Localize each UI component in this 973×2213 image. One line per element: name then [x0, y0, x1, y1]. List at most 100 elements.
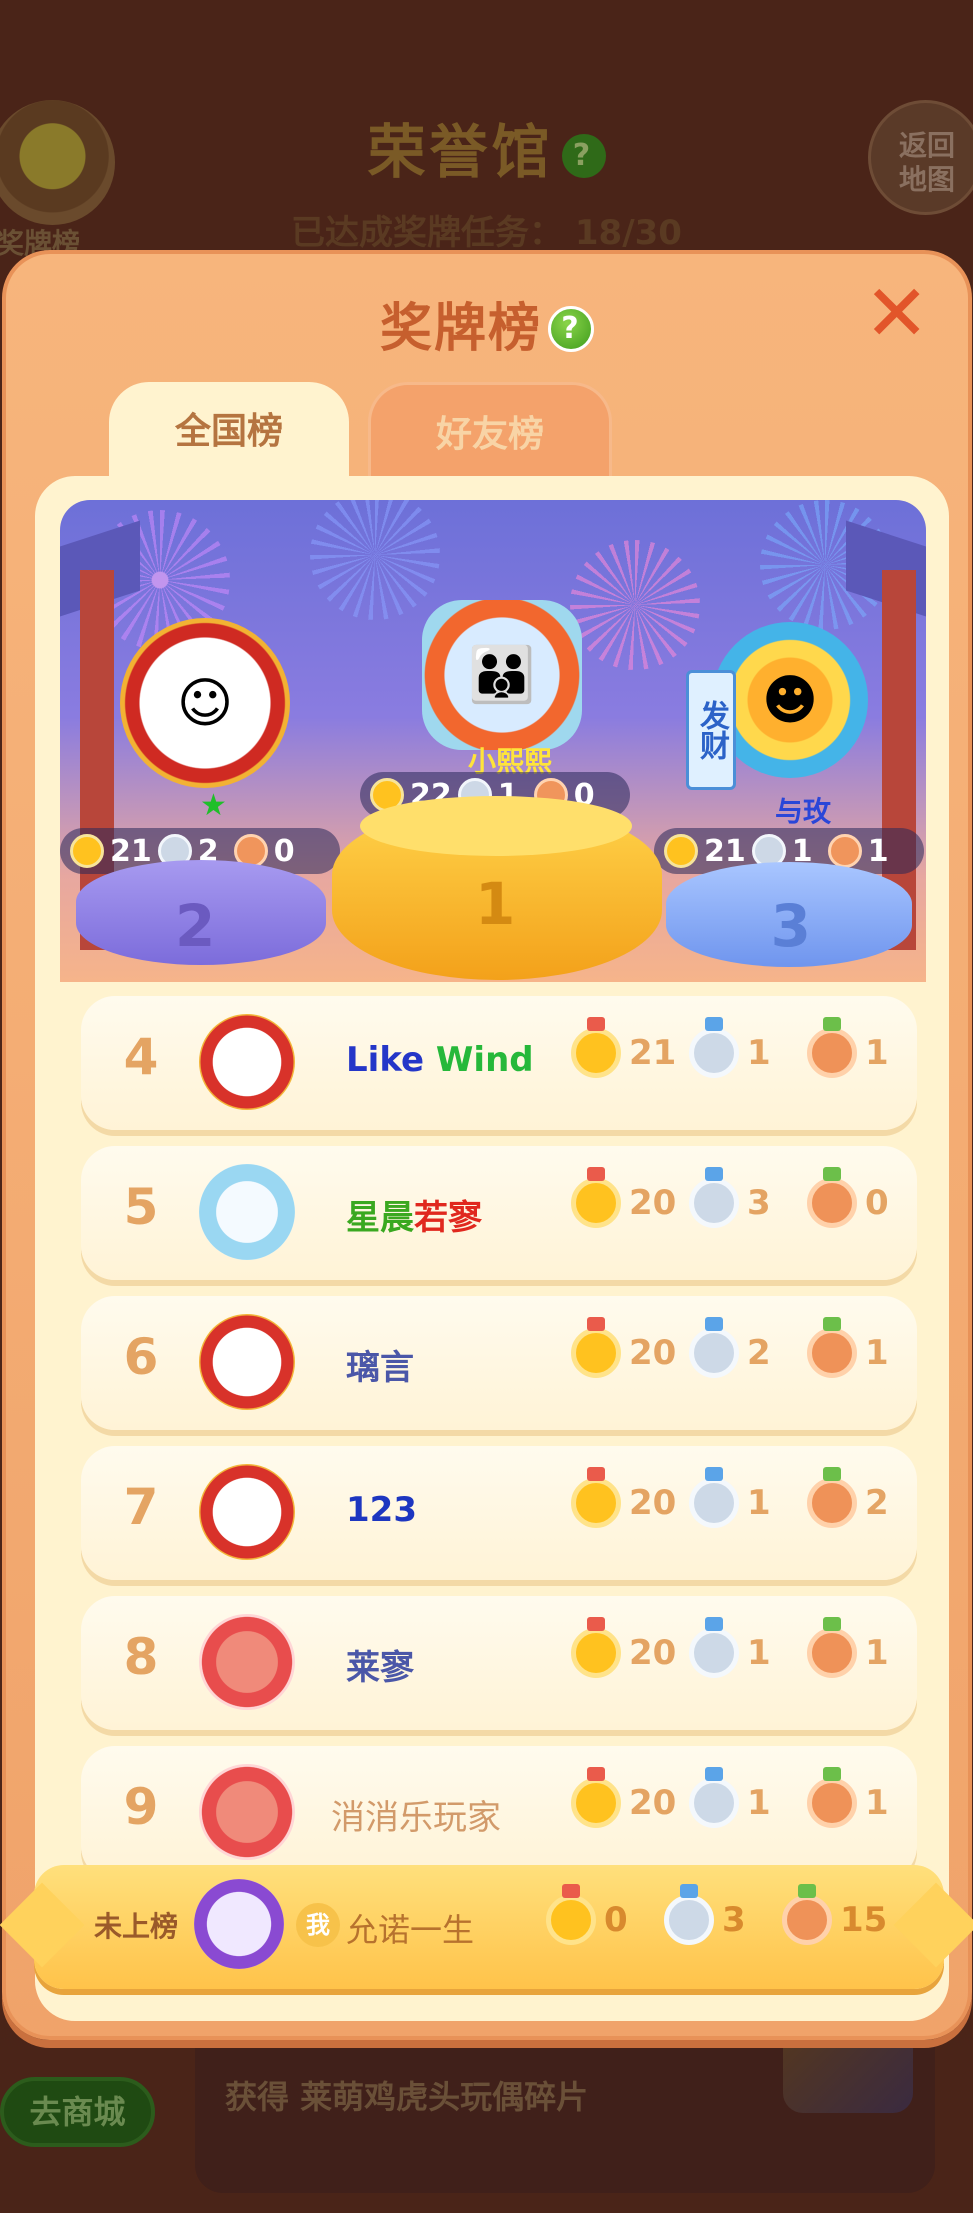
player-avatar[interactable] [199, 1314, 295, 1410]
leaderboard-row[interactable]: 4 Like Wind 21 1 1 [81, 996, 917, 1130]
silver-count: 1 [747, 1033, 771, 1073]
bronze-count: 1 [867, 833, 889, 869]
silver-count: 1 [747, 1633, 771, 1673]
my-rank-bar[interactable]: 未上榜 我 允诺一生 0 3 15 [0, 1865, 973, 1989]
bronze-medal-icon [807, 1617, 857, 1678]
gold-medal-icon [571, 1617, 621, 1678]
go-shop-button[interactable]: 去商城 [0, 2077, 155, 2147]
leaderboard-row[interactable]: 9 消消乐玩家 20 1 1 [81, 1746, 917, 1880]
bronze-medal-icon [807, 1167, 857, 1228]
gold-count: 21 [704, 833, 746, 869]
fortune-tag: 发财 [686, 670, 736, 790]
me-tag: 我 [296, 1903, 340, 1947]
gold-medal-icon [571, 1167, 621, 1228]
family-photo-icon: 👪 [468, 643, 536, 706]
silver-medal-icon [689, 1017, 739, 1078]
tab-national[interactable]: 全国榜 [109, 382, 349, 484]
row-medals: 21 1 1 [571, 1017, 917, 1078]
second-place-avatar[interactable]: ☺ [120, 618, 290, 788]
row-medals: 20 1 1 [571, 1617, 917, 1678]
row-medals: 20 1 1 [571, 1767, 917, 1828]
leaderboard-row[interactable]: 7 123 20 1 2 [81, 1446, 917, 1580]
player-name: 星晨若寥 [346, 1190, 482, 1239]
bronze-medal-icon [807, 1767, 857, 1828]
my-rank-label: 未上榜 [94, 1910, 179, 1943]
player-name: 莱寥 [346, 1648, 414, 1688]
close-button[interactable]: ✕ [864, 275, 929, 353]
my-avatar[interactable] [194, 1879, 284, 1969]
hall-title-text: 荣誉馆 [367, 118, 554, 186]
row-rank: 9 [123, 1778, 159, 1836]
bronze-medal-icon [807, 1317, 857, 1378]
player-name-part: 星晨 [346, 1198, 414, 1238]
bronze-medal-icon [827, 834, 862, 868]
row-rank: 5 [123, 1178, 159, 1236]
gold-medal-icon [571, 1467, 621, 1528]
player-avatar[interactable] [199, 1614, 295, 1710]
bronze-count: 1 [865, 1783, 889, 1823]
silver-count: 3 [747, 1183, 771, 1223]
row-medals: 20 2 1 [571, 1317, 917, 1378]
hall-help-icon[interactable]: ? [561, 133, 606, 178]
player-name-part: Like [346, 1040, 425, 1080]
leaderboard-row[interactable]: 8 莱寥 20 1 1 [81, 1596, 917, 1730]
silver-count: 3 [722, 1900, 746, 1940]
player-name: Like Wind [346, 1040, 534, 1080]
player-name-part: Wind [435, 1040, 534, 1080]
bronze-count: 0 [865, 1183, 889, 1223]
player-name: 123 [346, 1490, 417, 1530]
bronze-count: 1 [865, 1033, 889, 1073]
gold-count: 21 [629, 1033, 677, 1073]
silver-medal-icon [689, 1167, 739, 1228]
bronze-medal-icon [807, 1017, 857, 1078]
gold-medal-icon [571, 1767, 621, 1828]
bronze-count: 1 [865, 1333, 889, 1373]
firework-decoration [310, 500, 440, 620]
task-progress: 已达成奖牌任务： 18/30 [291, 213, 682, 253]
silver-medal-icon [664, 1884, 714, 1945]
hall-title: 荣誉馆? [0, 105, 973, 189]
silver-count: 2 [747, 1333, 771, 1373]
gold-medal-icon [571, 1017, 621, 1078]
player-name: 消消乐玩家 [331, 1798, 501, 1838]
silver-medal-icon [689, 1467, 739, 1528]
row-rank: 6 [123, 1328, 159, 1386]
modal-title-text: 奖牌榜 [379, 299, 542, 359]
medal-leaderboard-modal: 奖牌榜? ✕ 全国榜 好友榜 ☺ ★ 21 2 0 👪 小熙熙 22 1 0 ☻… [2, 250, 972, 2040]
modal-title: 奖牌榜? [6, 286, 968, 361]
leaderboard-row[interactable]: 6 璃言 20 2 1 [81, 1296, 917, 1430]
podium-base-first-top [360, 796, 632, 856]
silver-count: 1 [747, 1783, 771, 1823]
help-icon[interactable]: ? [548, 306, 594, 352]
player-avatar[interactable] [199, 1164, 295, 1260]
gold-count: 20 [629, 1333, 677, 1373]
leaderboard-row[interactable]: 5 星晨若寥 20 3 0 [81, 1146, 917, 1280]
gold-count: 20 [629, 1183, 677, 1223]
row-rank: 4 [123, 1028, 159, 1086]
bronze-count: 15 [840, 1900, 888, 1940]
my-medals: 0 3 15 [546, 1884, 892, 1945]
gold-medal-icon [70, 834, 104, 868]
back-to-map-button[interactable]: 返回地图 [868, 100, 973, 215]
bronze-count: 2 [865, 1483, 889, 1523]
sun-face-icon: ☻ [761, 668, 819, 732]
leaderboard-panel: ☺ ★ 21 2 0 👪 小熙熙 22 1 0 ☻ 发财 与玫 21 1 1 2… [35, 476, 949, 2021]
bronze-medal-icon [807, 1467, 857, 1528]
row-rank: 8 [123, 1628, 159, 1686]
player-name-part: 若寥 [414, 1198, 482, 1238]
rank-two-label: 2 [175, 892, 216, 960]
gold-count: 20 [629, 1633, 677, 1673]
firework-decoration [570, 540, 700, 670]
player-avatar[interactable] [199, 1014, 295, 1110]
player-avatar[interactable] [199, 1464, 295, 1560]
player-avatar[interactable] [199, 1764, 295, 1860]
gold-count: 20 [629, 1483, 677, 1523]
row-rank: 7 [123, 1478, 159, 1536]
rank-one-label: 1 [475, 870, 516, 938]
tab-friends[interactable]: 好友榜 [368, 382, 612, 484]
row-medals: 20 3 0 [571, 1167, 917, 1228]
silver-medal-icon [689, 1767, 739, 1828]
silver-medal-icon [689, 1617, 739, 1678]
first-place-avatar[interactable]: 👪 [422, 600, 582, 750]
bronze-count: 0 [273, 833, 295, 869]
